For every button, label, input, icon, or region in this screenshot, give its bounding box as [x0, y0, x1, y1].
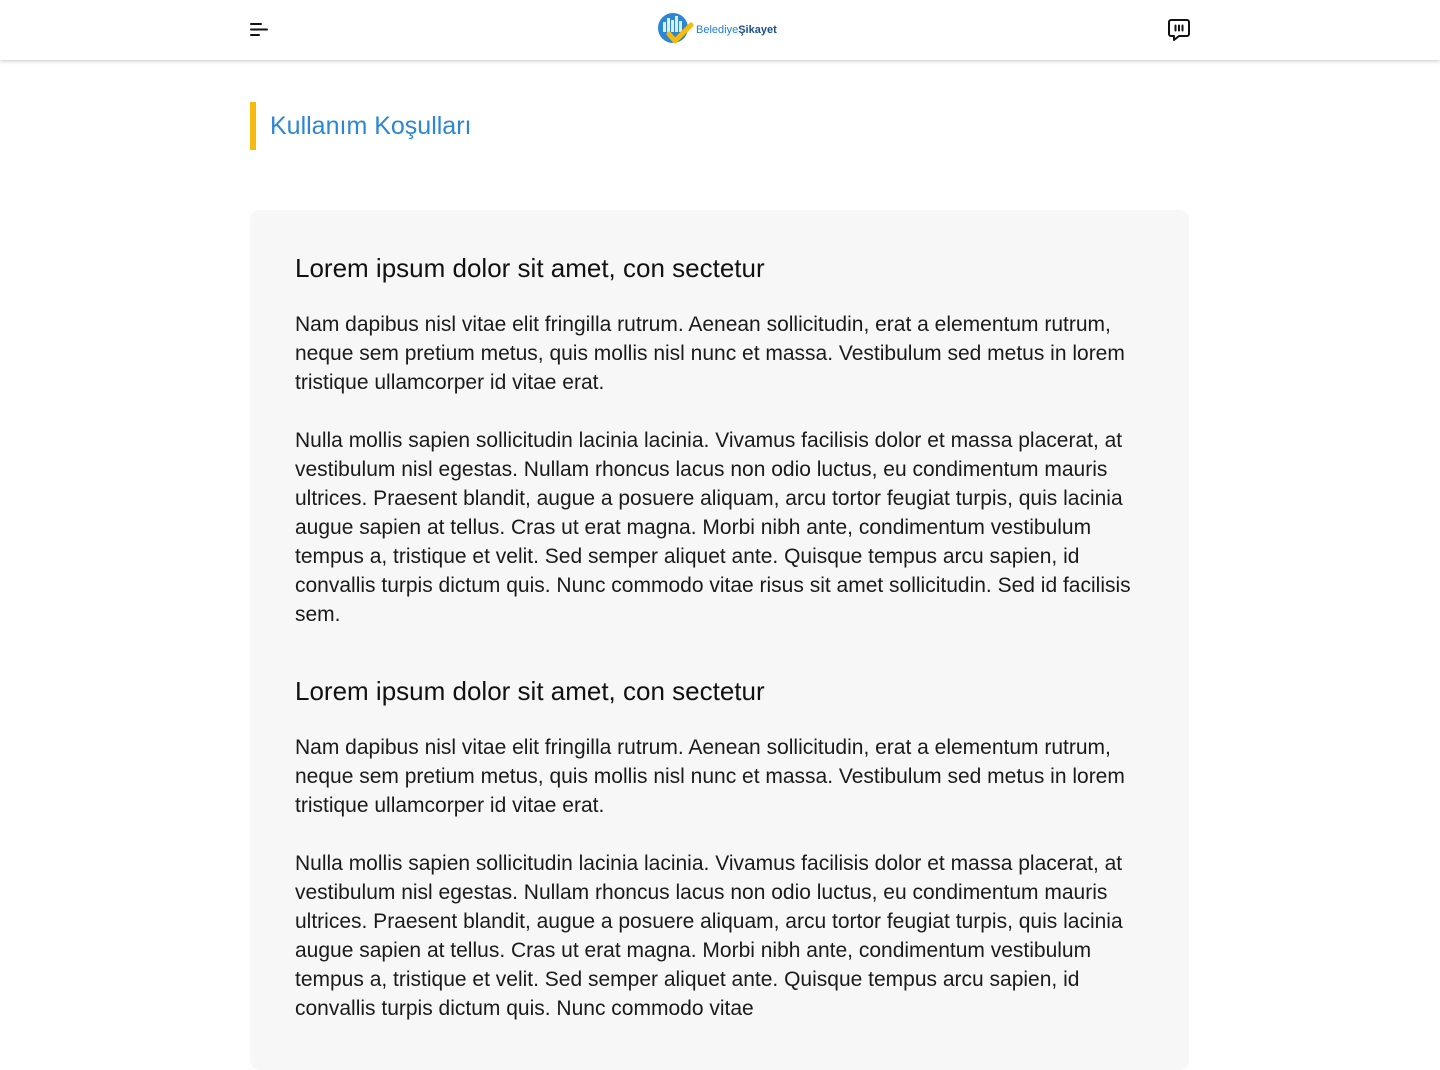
site-logo[interactable]: BelediyeŞikayet — [656, 12, 777, 48]
logo-text: BelediyeŞikayet — [696, 24, 777, 36]
feedback-button[interactable] — [1166, 17, 1192, 43]
terms-section: Lorem ipsum dolor sit amet, con sectetur… — [295, 673, 1149, 1023]
feedback-chat-icon — [1168, 19, 1190, 41]
terms-section: Lorem ipsum dolor sit amet, con sectetur… — [295, 250, 1149, 629]
title-accent-bar — [250, 102, 256, 150]
logo-text-regular: Belediye — [696, 24, 739, 36]
top-navigation-bar: BelediyeŞikayet — [0, 0, 1440, 60]
city-checkmark-logo — [658, 13, 694, 44]
section-paragraph: Nulla mollis sapien sollicitudin lacinia… — [295, 852, 1123, 1020]
section-paragraph: Nam dapibus nisl vitae elit fringilla ru… — [295, 313, 1125, 394]
logo-text-bold: Şikayet — [738, 24, 777, 36]
section-heading: Lorem ipsum dolor sit amet, con sectetur — [295, 253, 765, 283]
terms-content-card: Lorem ipsum dolor sit amet, con sectetur… — [250, 210, 1189, 1070]
page-title-block: Kullanım Koşulları — [250, 102, 471, 150]
section-heading: Lorem ipsum dolor sit amet, con sectetur — [295, 676, 765, 706]
section-paragraph: Nulla mollis sapien sollicitudin lacinia… — [295, 429, 1131, 626]
page-title: Kullanım Koşulları — [270, 111, 472, 140]
hamburger-menu-icon — [250, 23, 268, 36]
menu-button[interactable] — [248, 19, 272, 41]
section-paragraph: Nam dapibus nisl vitae elit fringilla ru… — [295, 736, 1125, 817]
